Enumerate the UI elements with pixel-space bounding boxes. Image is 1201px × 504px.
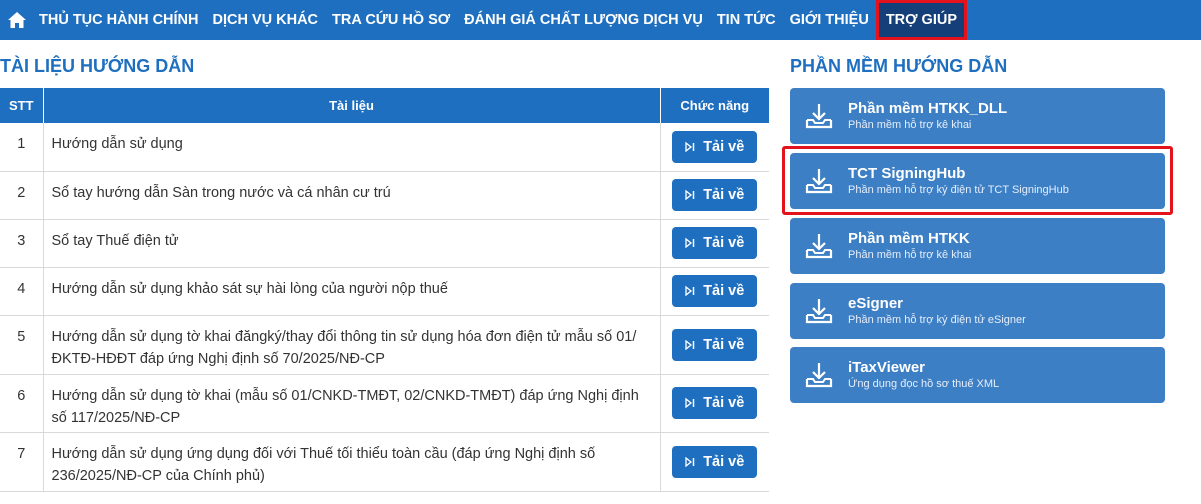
download-icon [685, 190, 695, 200]
software-subtitle-text: Phần mềm hỗ trợ kê khai [848, 119, 972, 131]
download-icon [685, 339, 695, 350]
row-function: Tải về [660, 374, 769, 433]
download-tray-icon [790, 347, 848, 403]
nav-item-gioi-thieu[interactable]: GIỚI THIỆU [783, 0, 876, 40]
row-doc-name: Sổ tay Thuế điện tử [43, 219, 661, 268]
software-card-text: Phần mềm HTKK_DLL Phần mềm hỗ trợ kê khai [848, 99, 1007, 133]
table-header: STT Tài liệu Chức năng [0, 88, 769, 123]
download-tray-icon [790, 283, 848, 339]
home-icon[interactable] [2, 0, 32, 40]
nav-item-thu-tuc[interactable]: THỦ TỤC HÀNH CHÍNH [32, 0, 206, 40]
software-title: PHẦN MỀM HƯỚNG DẪN [790, 56, 1008, 76]
software-card[interactable]: TCT SigningHub Phần mềm hỗ trợ ký điện tử… [790, 153, 1165, 209]
row-stt: 3 [0, 219, 44, 268]
row-function: Tải về [660, 267, 769, 316]
table-row: 6 Hướng dẫn sử dụng tờ khai (mẫu số 01/CN… [0, 374, 769, 433]
download-label: Tải về [703, 395, 745, 411]
nav-item-tin-tuc[interactable]: TIN TỨC [710, 0, 783, 40]
row-function: Tải về [660, 315, 769, 375]
row-stt: 1 [0, 123, 44, 172]
download-button[interactable]: Tải về [672, 227, 758, 259]
row-doc-name: Hướng dẫn sử dụng tờ khai (mẫu số 01/CNK… [43, 374, 661, 433]
download-button[interactable]: Tải về [672, 179, 758, 211]
download-label: Tải về [703, 283, 745, 299]
row-function: Tải về [660, 171, 769, 220]
col-fn: Chức năng [660, 88, 769, 123]
download-button[interactable]: Tải về [672, 445, 758, 478]
download-label: Tải về [703, 453, 745, 470]
software-subtitle-text: Ứng dụng đọc hồ sơ thuế XML [848, 378, 1000, 390]
table-row: 5 Hướng dẫn sử dụng tờ khai đăngký/thay đ… [0, 315, 769, 375]
software-subtitle-text: Phần mềm hỗ trợ ký điện tử TCT SigningHu… [848, 184, 1069, 196]
software-subtitle-text: Phần mềm hỗ trợ ký điện tử eSigner [848, 314, 1026, 326]
software-title-text: TCT SigningHub [848, 165, 966, 182]
nav-item-tro-giup[interactable]: TRỢ GIÚP [875, 0, 967, 40]
row-function: Tải về [660, 219, 769, 268]
download-icon [685, 398, 695, 408]
download-button[interactable]: Tải về [672, 328, 758, 361]
software-card[interactable]: Phần mềm HTKK Phần mềm hỗ trợ kê khai [790, 218, 1165, 274]
software-card-text: TCT SigningHub Phần mềm hỗ trợ ký điện tử… [848, 164, 1069, 198]
software-card[interactable]: iTaxViewer Ứng dụng đọc hồ sơ thuế XML [790, 347, 1165, 403]
row-doc-name: Hướng dẫn sử dụng [43, 123, 661, 172]
row-doc-name: Hướng dẫn sử dụng tờ khai đăngký/thay đổ… [43, 315, 661, 375]
row-doc-name: Hướng dẫn sử dụng khảo sát sự hài lòng c… [43, 267, 661, 316]
documents-table: STT Tài liệu Chức năng 1 Hướng dẫn sử dụn… [0, 88, 769, 492]
row-function: Tải về [660, 123, 769, 172]
row-stt: 4 [0, 267, 44, 316]
download-button[interactable]: Tải về [672, 130, 758, 163]
row-stt: 5 [0, 315, 44, 375]
software-subtitle-text: Phần mềm hỗ trợ kê khai [848, 249, 972, 261]
table-row: 4 Hướng dẫn sử dụng khảo sát sự hài lòng … [0, 267, 769, 316]
download-icon [685, 456, 695, 467]
software-title-text: eSigner [848, 295, 904, 312]
download-label: Tải về [703, 187, 745, 203]
table-row: 2 Sổ tay hướng dẫn Sàn trong nước và cá n… [0, 171, 769, 220]
main-navbar: THỦ TỤC HÀNH CHÍNH DỊCH VỤ KHÁC TRA CỨU … [0, 0, 1201, 40]
download-label: Tải về [703, 235, 745, 251]
download-icon [685, 286, 695, 296]
software-card[interactable]: eSigner Phần mềm hỗ trợ ký điện tử eSigne… [790, 283, 1165, 339]
software-card-text: iTaxViewer Ứng dụng đọc hồ sơ thuế XML [848, 358, 999, 392]
table-row: 1 Hướng dẫn sử dụng Tải về [0, 123, 769, 172]
row-stt: 6 [0, 374, 44, 433]
download-tray-icon [790, 218, 848, 274]
download-icon [685, 238, 695, 248]
software-title-text: Phần mềm HTKK_DLL [848, 100, 1008, 117]
download-tray-icon [790, 88, 848, 144]
download-icon [685, 141, 695, 152]
documents-title: TÀI LIỆU HƯỚNG DẪN [0, 56, 195, 76]
nav-item-tra-cuu[interactable]: TRA CỨU HỒ SƠ [325, 0, 457, 40]
row-stt: 7 [0, 432, 44, 492]
nav-item-dich-vu-khac[interactable]: DỊCH VỤ KHÁC [206, 0, 326, 40]
table-row: 7 Hướng dẫn sử dụng ứng dụng đối với Thuế… [0, 432, 769, 492]
download-button[interactable]: Tải về [672, 275, 758, 307]
col-stt: STT [0, 88, 44, 123]
download-label: Tải về [703, 138, 745, 155]
download-tray-icon [790, 153, 848, 209]
download-label: Tải về [703, 336, 745, 353]
row-doc-name: Sổ tay hướng dẫn Sàn trong nước và cá nh… [43, 171, 661, 220]
row-function: Tải về [660, 432, 769, 492]
download-button[interactable]: Tải về [672, 387, 758, 419]
software-card-text: eSigner Phần mềm hỗ trợ ký điện tử eSigne… [848, 294, 1026, 328]
row-doc-name: Hướng dẫn sử dụng ứng dụng đối với Thuế … [43, 432, 661, 492]
software-title-text: Phần mềm HTKK [848, 230, 970, 247]
software-title-text: iTaxViewer [848, 359, 925, 376]
software-card[interactable]: Phần mềm HTKK_DLL Phần mềm hỗ trợ kê khai [790, 88, 1165, 144]
nav-item-danh-gia[interactable]: ĐÁNH GIÁ CHẤT LƯỢNG DỊCH VỤ [457, 0, 710, 40]
software-card-text: Phần mềm HTKK Phần mềm hỗ trợ kê khai [848, 229, 971, 263]
col-doc: Tài liệu [43, 88, 661, 123]
table-row: 3 Sổ tay Thuế điện tử Tải về [0, 219, 769, 268]
row-stt: 2 [0, 171, 44, 220]
